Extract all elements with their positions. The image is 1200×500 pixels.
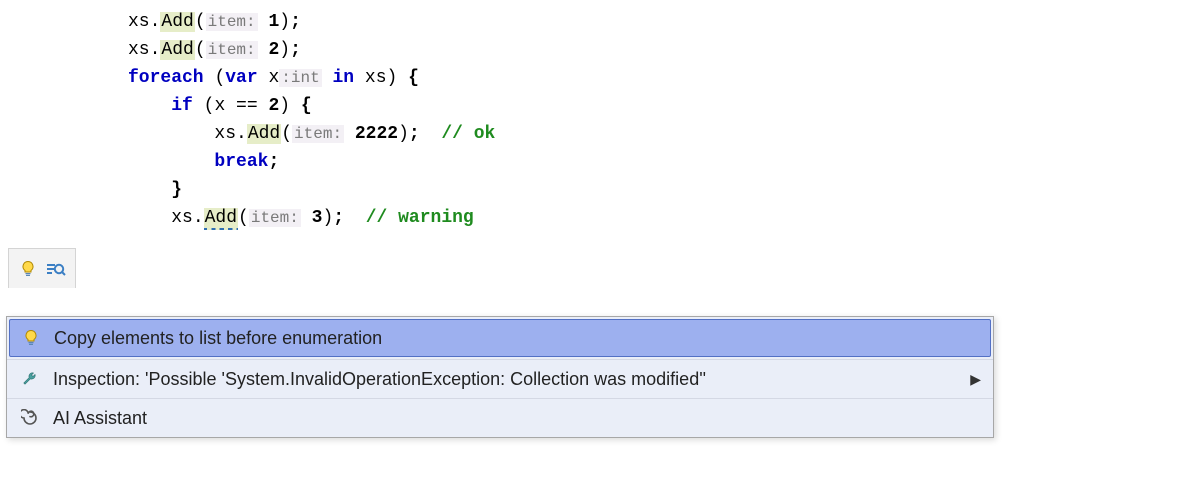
token-hint: item: (206, 41, 258, 59)
token-comment: // warning (366, 208, 474, 228)
token-ident (344, 124, 355, 144)
token-ident (193, 96, 204, 116)
token-method: Add (160, 12, 194, 32)
code-line[interactable]: if (x == 2) { (128, 92, 1200, 120)
token-ident: xs. (128, 40, 160, 60)
token-ident: x == (214, 96, 268, 116)
token-k-var: var (225, 68, 257, 88)
token-method: Add (247, 124, 281, 144)
code-line[interactable]: xs.Add(item: 2); (128, 36, 1200, 64)
token-paren: ) (279, 96, 290, 116)
token-paren: ( (238, 208, 249, 228)
token-numlit: 2 (268, 40, 279, 60)
code-editor[interactable]: xs.Add(item: 1);xs.Add(item: 2);foreach … (0, 0, 1200, 232)
token-brace: } (171, 180, 182, 200)
token-semi: ; (268, 152, 279, 172)
token-ident: xs (354, 68, 386, 88)
quick-fix-item[interactable]: Copy elements to list before enumeration (9, 319, 991, 357)
wrench-icon (19, 368, 41, 390)
token-hint: item: (206, 13, 258, 31)
chevron-right-icon: ▶ (970, 371, 981, 388)
token-semi: ; (290, 12, 301, 32)
token-paren: ) (279, 12, 290, 32)
token-paren: ( (214, 68, 225, 88)
gutter-action-icons (8, 248, 76, 288)
token-ident: x (258, 68, 280, 88)
token-method-warn: Add (204, 208, 238, 230)
token-paren: ) (279, 40, 290, 60)
token-ident: xs. (171, 208, 203, 228)
token-ident (204, 68, 215, 88)
token-paren: ( (195, 40, 206, 60)
quick-fix-item[interactable]: AI Assistant (7, 398, 993, 437)
token-k-if: if (171, 96, 193, 116)
token-brace: { (408, 68, 419, 88)
quick-fix-label: AI Assistant (53, 408, 981, 429)
quick-fix-label: Inspection: 'Possible 'System.InvalidOpe… (53, 369, 958, 390)
code-line[interactable]: break; (128, 148, 1200, 176)
quick-fix-popup: Copy elements to list before enumeration… (6, 316, 994, 438)
token-k-foreach: foreach (128, 68, 204, 88)
spiral-icon (19, 407, 41, 429)
token-k-in: in (332, 68, 354, 88)
token-ident (258, 12, 269, 32)
token-ident (397, 68, 408, 88)
find-action-icon[interactable] (45, 258, 67, 280)
token-hint: item: (249, 209, 301, 227)
code-line[interactable]: } (128, 176, 1200, 204)
token-brace: { (301, 96, 312, 116)
token-numlit: 2222 (355, 124, 398, 144)
token-hint: :int (279, 69, 321, 87)
token-paren: ( (204, 96, 215, 116)
token-semi: ; (290, 40, 301, 60)
code-line[interactable]: xs.Add(item: 3); // warning (128, 204, 1200, 232)
token-method: Add (160, 40, 194, 60)
token-hint: item: (292, 125, 344, 143)
token-comment: // ok (441, 124, 495, 144)
token-ident (420, 124, 442, 144)
token-numlit: 2 (268, 96, 279, 116)
quick-fix-label: Copy elements to list before enumeration (54, 328, 980, 349)
token-k-break: break (214, 152, 268, 172)
token-paren: ) (398, 124, 409, 144)
token-ident (322, 68, 333, 88)
token-ident: xs. (128, 12, 160, 32)
token-semi: ; (333, 208, 344, 228)
token-semi: ; (409, 124, 420, 144)
token-ident (344, 208, 366, 228)
token-numlit: 3 (312, 208, 323, 228)
quick-fix-item[interactable]: Inspection: 'Possible 'System.InvalidOpe… (7, 359, 993, 398)
token-ident: xs. (214, 124, 246, 144)
token-ident (290, 96, 301, 116)
bulb-icon[interactable] (17, 258, 39, 280)
bulb-icon (20, 327, 42, 349)
token-ident (258, 40, 269, 60)
token-paren: ( (195, 12, 206, 32)
code-line[interactable]: xs.Add(item: 2222); // ok (128, 120, 1200, 148)
token-paren: ) (322, 208, 333, 228)
token-ident (301, 208, 312, 228)
token-paren: ( (281, 124, 292, 144)
code-line[interactable]: foreach (var x:int in xs) { (128, 64, 1200, 92)
code-line[interactable]: xs.Add(item: 1); (128, 8, 1200, 36)
token-numlit: 1 (268, 12, 279, 32)
token-paren: ) (387, 68, 398, 88)
